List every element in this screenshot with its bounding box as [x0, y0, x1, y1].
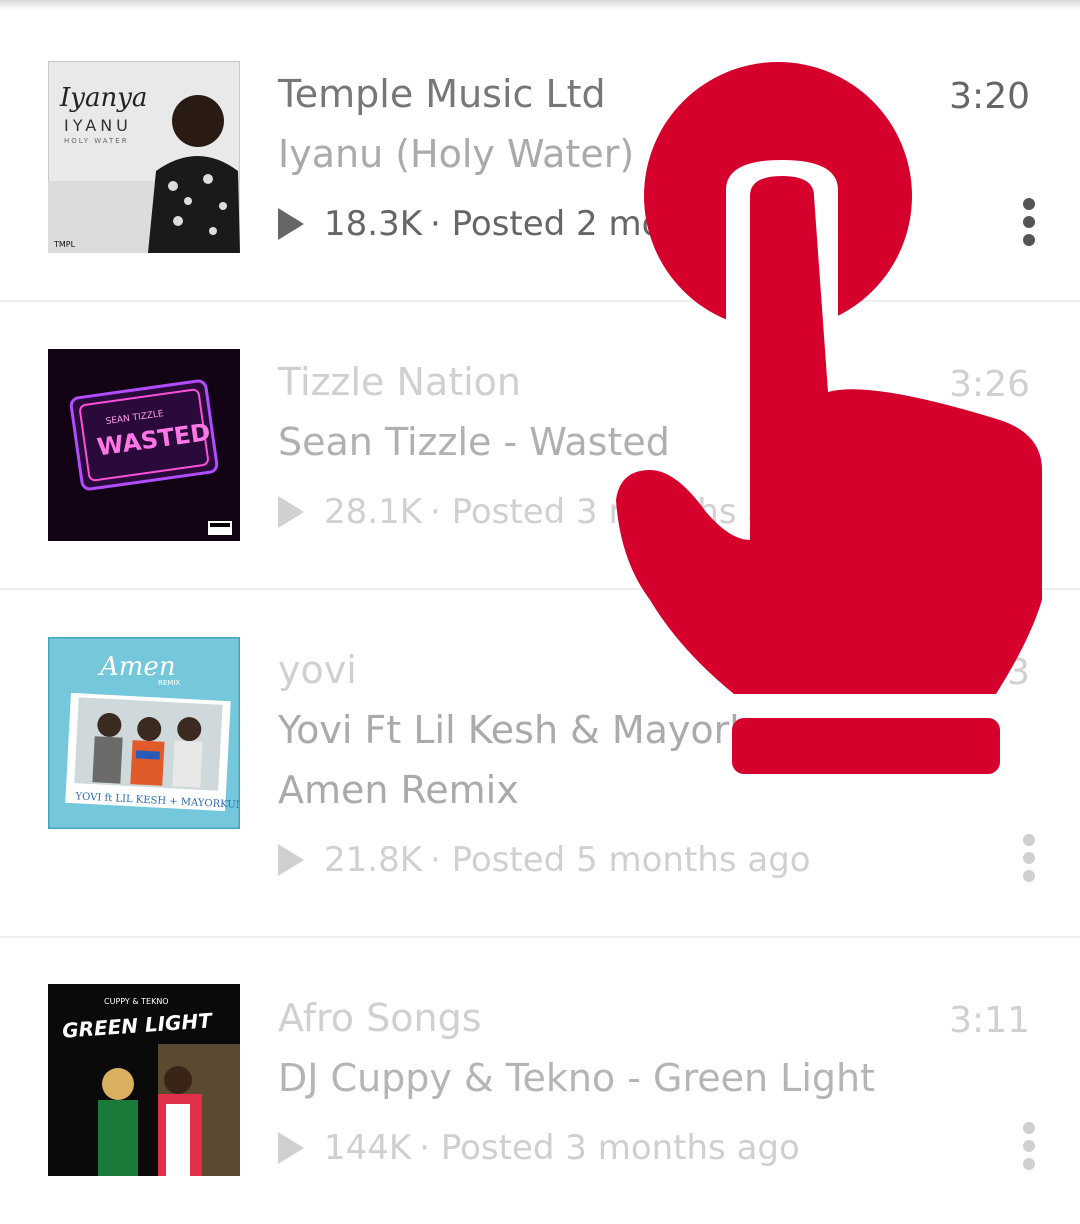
track-title[interactable]: Iyanu (Holy Water): [278, 124, 918, 184]
play-icon: [278, 844, 304, 876]
artist-name[interactable]: Afro Songs: [278, 998, 918, 1038]
play-count: 21.8K: [324, 840, 422, 880]
play-icon: [278, 1132, 304, 1164]
track-duration: 3:20: [949, 76, 1030, 117]
more-vertical-icon[interactable]: [1022, 834, 1036, 882]
play-count: 28.1K: [324, 492, 422, 532]
track-duration: 3:11: [949, 1000, 1030, 1041]
album-art: SEAN TIZZLE WASTED: [48, 349, 240, 541]
top-shadow: [0, 0, 1080, 10]
divider: [0, 300, 1080, 302]
more-vertical-icon[interactable]: [1022, 198, 1036, 246]
track-duration: 3:26: [949, 364, 1030, 405]
svg-text:IYANU: IYANU: [64, 116, 132, 135]
artist-name[interactable]: Tizzle Nation: [278, 362, 918, 402]
posted-time: · Posted 3 months ago: [430, 492, 811, 532]
more-vertical-icon[interactable]: [1022, 1122, 1036, 1170]
album-art: Iyanya IYANU HOLY WATER TMPL: [48, 61, 240, 253]
artist-name[interactable]: yovi: [278, 650, 918, 690]
divider: [0, 936, 1080, 938]
play-icon: [278, 496, 304, 528]
svg-text:Amen: Amen: [98, 652, 176, 682]
svg-text:HOLY WATER: HOLY WATER: [64, 137, 129, 145]
posted-time: · Posted 5 months ago: [430, 840, 811, 880]
track-title[interactable]: Sean Tizzle - Wasted: [278, 412, 918, 472]
svg-text:REMIX: REMIX: [158, 679, 180, 687]
track-title[interactable]: Yovi Ft Lil Kesh & Mayorkun - Amen Remix: [278, 700, 898, 820]
posted-time: · Posted 2 months ago: [430, 204, 811, 244]
svg-text:CUPPY & TEKNO: CUPPY & TEKNO: [104, 997, 169, 1006]
track-title[interactable]: DJ Cuppy & Tekno - Green Light: [278, 1048, 918, 1108]
posted-time: · Posted 3 months ago: [419, 1128, 800, 1168]
play-count: 144K: [324, 1128, 412, 1168]
track-duration: 3:33: [949, 652, 1030, 693]
album-art: CUPPY & TEKNO GREEN LIGHT: [48, 984, 240, 1176]
play-count: 18.3K: [324, 204, 422, 244]
svg-text:Iyanya: Iyanya: [59, 83, 147, 113]
svg-text:TMPL: TMPL: [53, 240, 76, 249]
divider: [0, 588, 1080, 590]
artist-name[interactable]: Temple Music Ltd: [278, 74, 918, 114]
album-art: Amen REMIX YOVI ft LIL KESH + MAYORKUN: [48, 637, 240, 829]
play-icon: [278, 208, 304, 240]
more-vertical-icon[interactable]: [1022, 486, 1036, 534]
